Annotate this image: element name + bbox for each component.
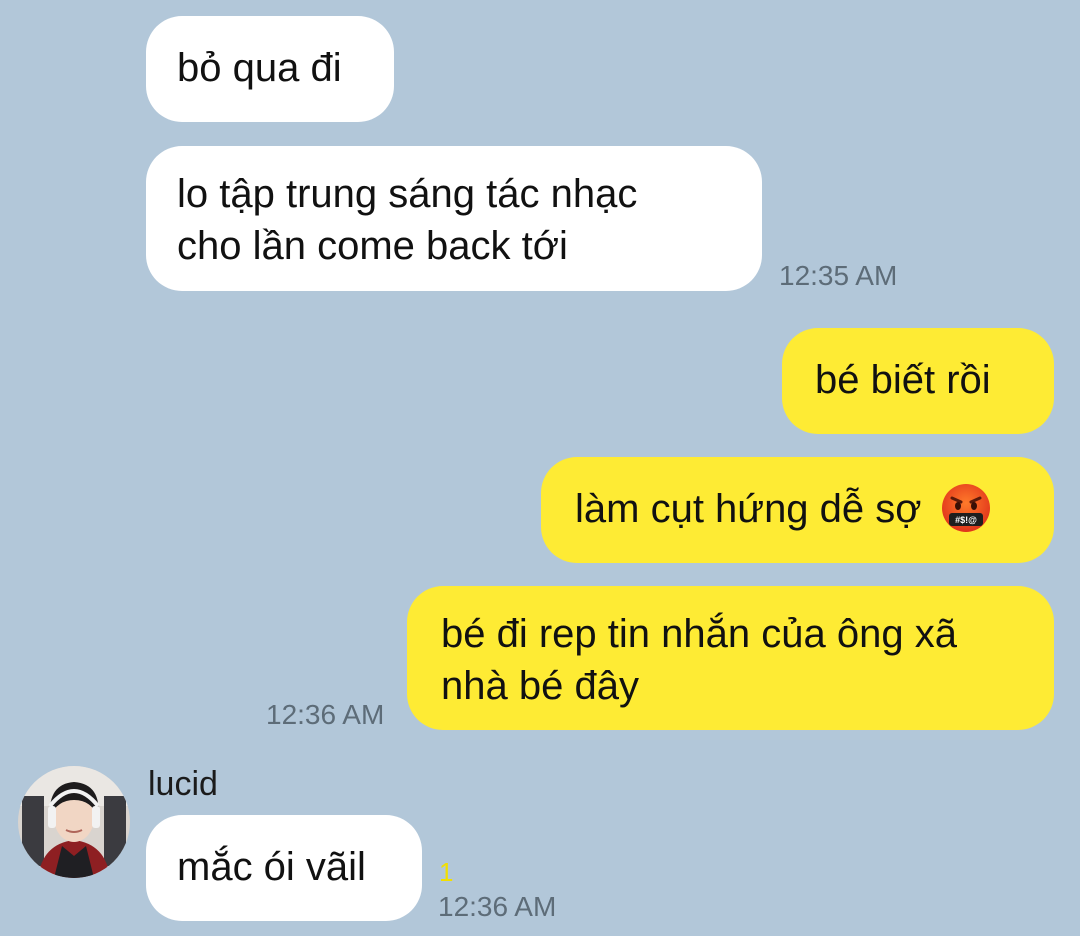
message-text: làm cụt hứng dễ sợ xyxy=(575,487,922,531)
message-timestamp: 12:36 AM xyxy=(266,699,385,730)
emoji-symbols: #$!@ xyxy=(955,515,977,525)
message-text-line: bé đi rep tin nhắn của ông xã xyxy=(441,612,957,656)
message-bubble-outgoing[interactable]: bé đi rep tin nhắn của ông xã nhà bé đây xyxy=(407,586,1054,730)
message-text: bỏ qua đi xyxy=(177,46,342,90)
message-bubble-incoming[interactable]: mắc ói vãil xyxy=(146,815,422,921)
message-bubble-outgoing[interactable]: bé biết rồi xyxy=(782,328,1054,434)
cursing-face-icon: #$!@ xyxy=(941,484,990,533)
unread-count: 1 xyxy=(439,857,454,887)
message-text-line: lo tập trung sáng tác nhạc xyxy=(177,172,638,216)
sender-name: lucid xyxy=(148,765,218,803)
chat-thread: bỏ qua đi lo tập trung sáng tác nhạc cho… xyxy=(0,0,1080,936)
message-timestamp: 12:35 AM xyxy=(779,260,898,291)
message-bubble-incoming[interactable]: lo tập trung sáng tác nhạc cho lần come … xyxy=(146,146,762,291)
message-text-line: cho lần come back tới xyxy=(177,224,568,268)
message-timestamp: 12:36 AM xyxy=(438,891,557,922)
avatar[interactable] xyxy=(18,766,130,878)
message-text: bé biết rồi xyxy=(815,358,991,402)
message-text: mắc ói vãil xyxy=(177,845,366,889)
message-text-line: nhà bé đây xyxy=(441,664,639,708)
message-bubble-outgoing[interactable]: làm cụt hứng dễ sợ #$!@ xyxy=(541,457,1054,563)
avatar-image xyxy=(18,766,130,878)
message-bubble-incoming[interactable]: bỏ qua đi xyxy=(146,16,394,122)
